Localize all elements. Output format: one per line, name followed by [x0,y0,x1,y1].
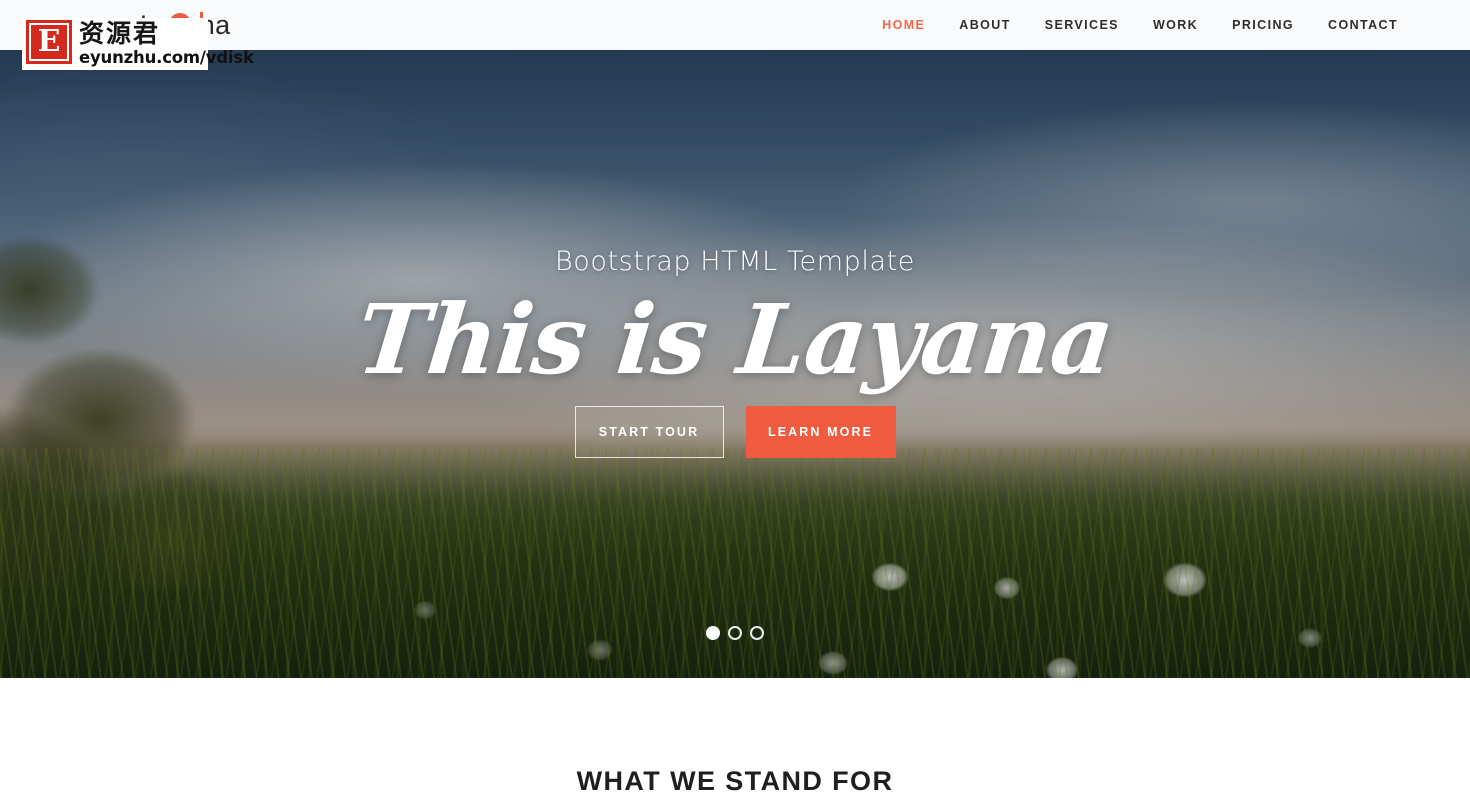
watermark-badge-icon: E [26,20,72,64]
carousel-dot-1[interactable] [706,626,720,640]
watermark-brand-text: 资源君 [79,19,161,48]
hero-cta-group: START TOUR LEARN MORE [0,406,1470,458]
hero-carousel: Bootstrap HTML Template This is Layana S… [0,50,1470,678]
stand-for-section: WHAT WE STAND FOR [0,678,1470,796]
watermark-url-text: eyunzhu.com/vdisk [79,48,254,67]
hero-content: Bootstrap HTML Template This is Layana S… [0,50,1470,678]
nav-item-work[interactable]: WORK [1136,0,1215,50]
hero-title: This is Layana [351,283,1119,396]
nav-item-contact[interactable]: CONTACT [1311,0,1415,50]
site-header: Layana HOME ABOUT SERVICES WORK PRICING … [0,0,1470,50]
nav-item-services[interactable]: SERVICES [1028,0,1136,50]
nav-item-about[interactable]: ABOUT [942,0,1027,50]
learn-more-button[interactable]: LEARN MORE [745,406,896,458]
nav-item-pricing[interactable]: PRICING [1215,0,1311,50]
carousel-dot-2[interactable] [728,626,742,640]
section-heading-what-we-stand-for: WHAT WE STAND FOR [576,766,894,796]
watermark-overlay: E 资源君 eyunzhu.com/vdisk [22,18,254,70]
carousel-indicators [0,626,1470,640]
start-tour-button[interactable]: START TOUR [574,406,724,458]
hero-subtitle: Bootstrap HTML Template [554,246,916,277]
nav-item-home[interactable]: HOME [865,0,942,50]
watermark-badge-letter: E [29,23,69,61]
primary-navigation: HOME ABOUT SERVICES WORK PRICING CONTACT [865,0,1415,50]
carousel-dot-3[interactable] [750,626,764,640]
